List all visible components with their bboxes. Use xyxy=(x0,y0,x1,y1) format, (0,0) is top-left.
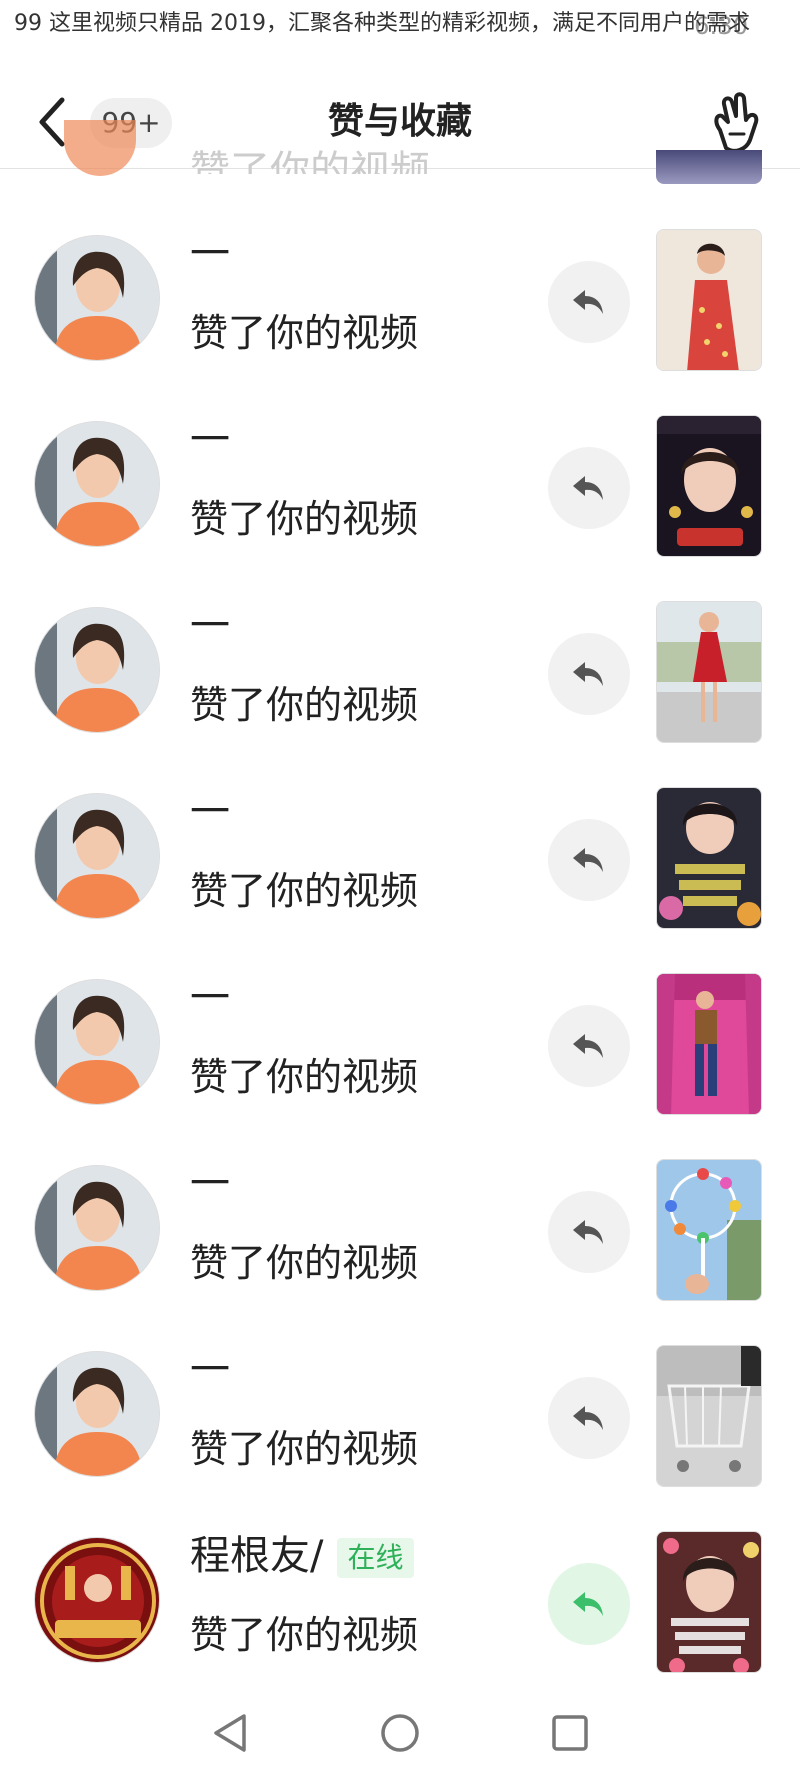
video-thumbnail[interactable] xyxy=(656,601,762,743)
reply-button[interactable] xyxy=(548,1563,630,1645)
reply-button[interactable] xyxy=(548,1191,630,1273)
reply-arrow-icon xyxy=(573,1406,603,1430)
user-name[interactable]: 一 xyxy=(190,1153,230,1215)
user-name[interactable]: 一 xyxy=(190,1339,230,1401)
video-thumbnail[interactable] xyxy=(656,1345,762,1487)
avatar[interactable] xyxy=(34,235,160,361)
overlay-caption: 99 这里视频只精品 2019，汇聚各种类型的精彩视频，满足不同用户的需求 xyxy=(14,11,750,36)
reply-arrow-icon xyxy=(573,1220,603,1244)
notification-row[interactable]: 程根友/ 一 赞了你的视频 xyxy=(0,1331,800,1517)
avatar[interactable] xyxy=(34,979,160,1105)
video-thumbnail[interactable] xyxy=(656,415,762,557)
notification-row[interactable]: 一 赞了你的视频 xyxy=(0,587,800,773)
user-name[interactable]: 一 xyxy=(190,409,230,471)
avatar[interactable] xyxy=(34,793,160,919)
user-name[interactable]: 一 xyxy=(190,781,230,843)
action-text: 赞了你的视频 xyxy=(190,1241,419,1285)
reply-button[interactable] xyxy=(548,1377,630,1459)
action-text: 赞了你的视频 xyxy=(190,311,419,355)
action-text: 赞了你的视频 xyxy=(190,869,419,913)
user-name[interactable]: 一 xyxy=(190,223,230,285)
reply-arrow-icon xyxy=(573,1034,603,1058)
reply-arrow-icon xyxy=(573,476,603,500)
action-text: 赞了你的视频 xyxy=(190,1055,419,1099)
action-text: 赞了你的视频 xyxy=(190,1427,419,1471)
action-text: 赞了你的视频 xyxy=(190,683,419,727)
reply-button[interactable] xyxy=(548,1005,630,1087)
circle-home-icon[interactable] xyxy=(375,1708,425,1758)
notification-row[interactable]: 一 赞了你的视频 xyxy=(0,215,800,401)
user-name[interactable]: 程根友/在线 xyxy=(190,1525,414,1587)
video-thumbnail[interactable] xyxy=(656,150,762,184)
reply-arrow-icon xyxy=(573,1592,603,1616)
notification-row[interactable]: 一 赞了你的视频 xyxy=(0,959,800,1145)
avatar[interactable] xyxy=(34,1537,160,1663)
video-thumbnail[interactable] xyxy=(656,973,762,1115)
video-thumbnail[interactable] xyxy=(656,1159,762,1301)
online-status-badge: 在线 xyxy=(337,1538,414,1578)
square-recents-icon[interactable] xyxy=(545,1708,595,1758)
avatar[interactable] xyxy=(34,607,160,733)
triangle-back-icon[interactable] xyxy=(206,1708,256,1758)
avatar[interactable] xyxy=(34,1165,160,1291)
avatar[interactable] xyxy=(34,1351,160,1477)
notification-row[interactable]: 一 赞了你的视频 xyxy=(0,401,800,587)
notification-row[interactable]: 一 赞了你的视频 xyxy=(0,773,800,959)
reply-button[interactable] xyxy=(548,819,630,901)
action-text: 赞了你的视频 xyxy=(190,1613,419,1657)
notification-row[interactable]: 一 赞了你的视频 xyxy=(0,1145,800,1331)
notification-list: 一 赞了你的视频 一 赞了你的视频 一 赞了你的视频 一 赞了你的视频 一 赞了… xyxy=(0,215,800,1703)
video-thumbnail[interactable] xyxy=(656,229,762,371)
user-name[interactable]: 一 xyxy=(190,967,230,1029)
reply-button[interactable] xyxy=(548,447,630,529)
video-thumbnail[interactable] xyxy=(656,1531,762,1673)
partial-action-text: 赞了你的视频 xyxy=(190,148,430,174)
reply-button[interactable] xyxy=(548,633,630,715)
reply-arrow-icon xyxy=(573,848,603,872)
user-name[interactable]: 一 xyxy=(190,595,230,657)
reply-arrow-icon xyxy=(573,290,603,314)
hand-gesture-icon[interactable] xyxy=(706,90,764,156)
avatar[interactable] xyxy=(34,421,160,547)
reply-arrow-icon xyxy=(573,662,603,686)
video-thumbnail[interactable] xyxy=(656,787,762,929)
system-nav-bar xyxy=(0,1690,800,1778)
action-text: 赞了你的视频 xyxy=(190,497,419,541)
notification-row[interactable]: 程根友/在线 赞了你的视频 xyxy=(0,1517,800,1703)
reply-button[interactable] xyxy=(548,261,630,343)
